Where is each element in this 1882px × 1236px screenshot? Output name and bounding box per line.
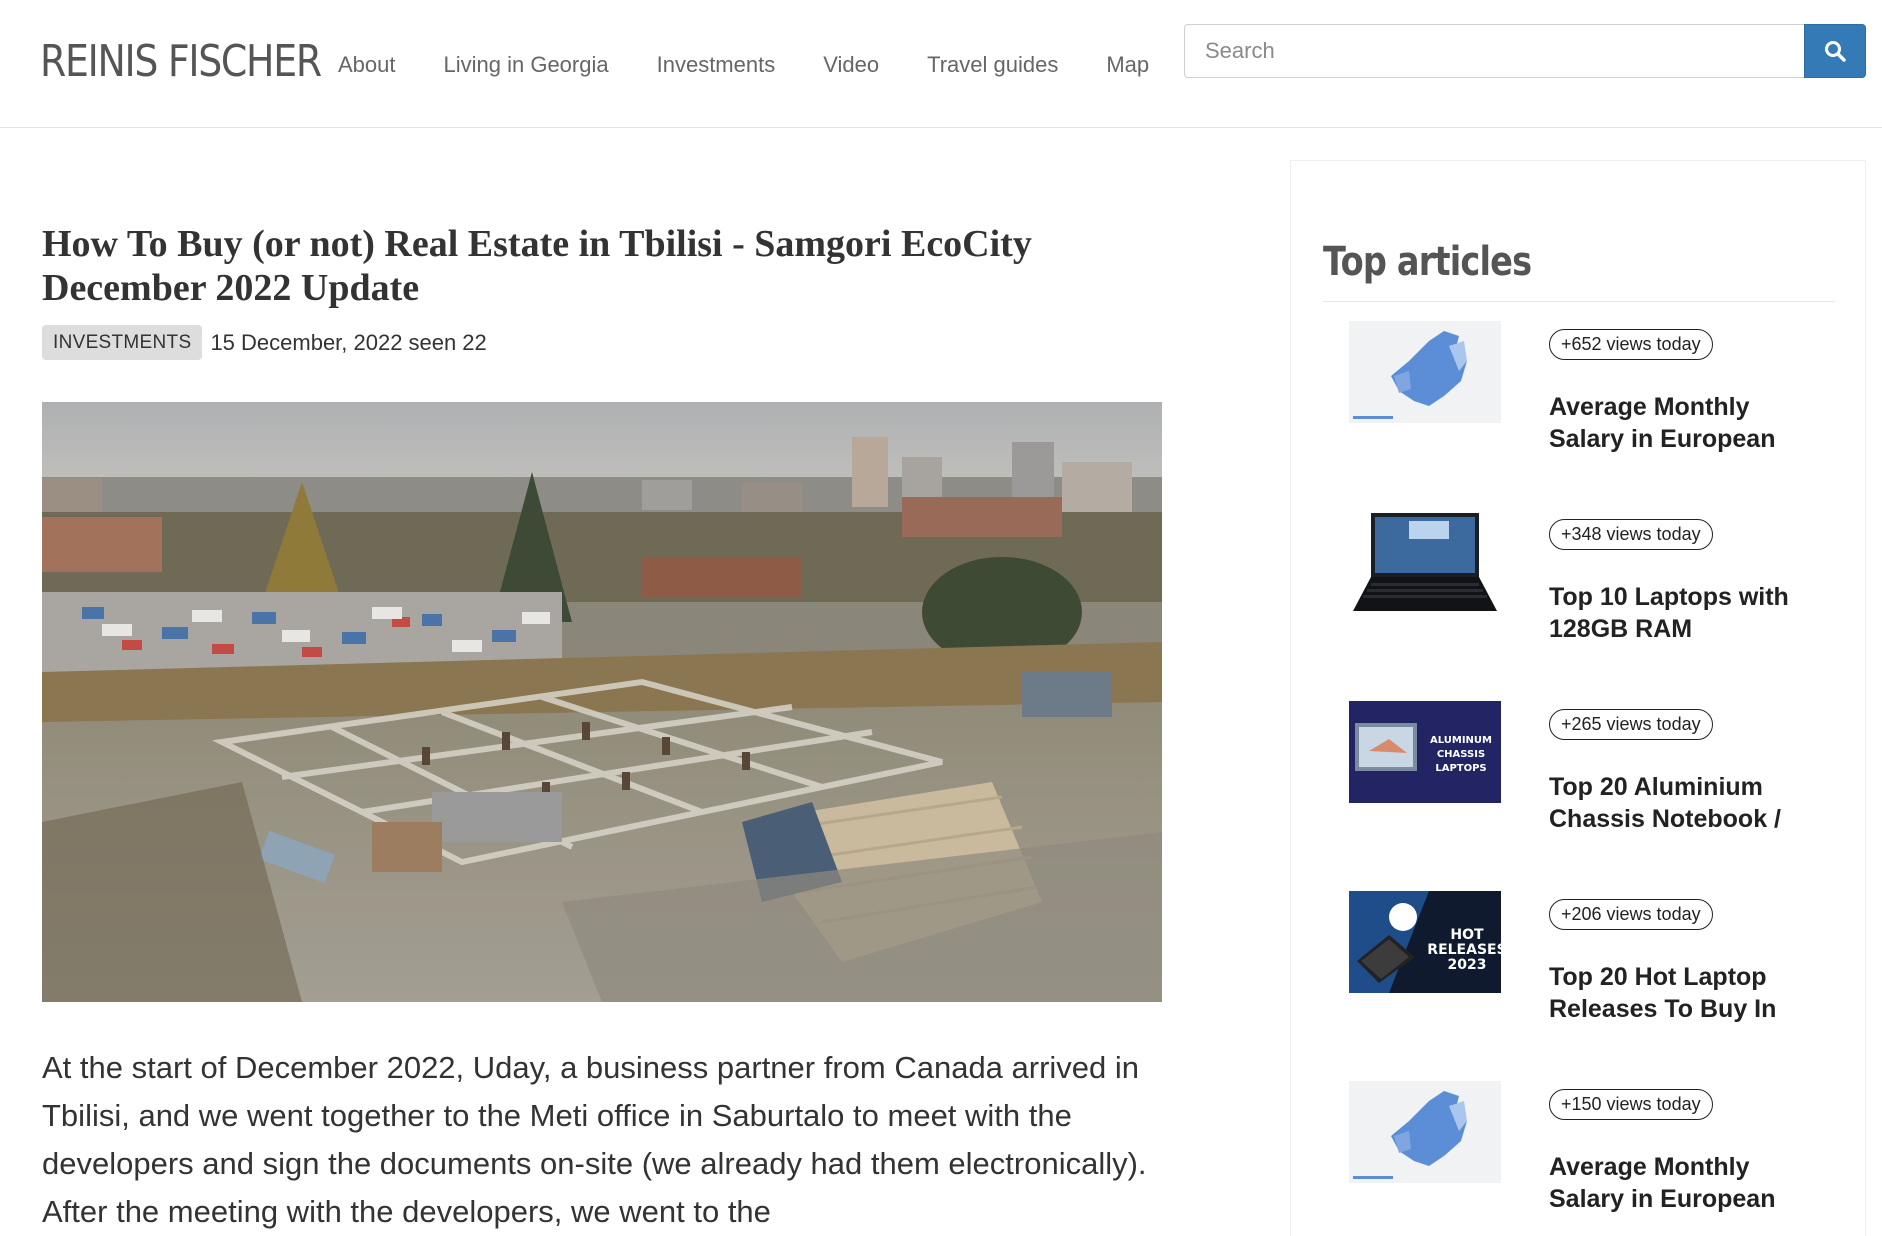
thumb-caption-line: ALUMINUM [1430,735,1492,746]
thumb-caption-line: 2023 [1448,957,1487,973]
top-article-title[interactable]: Top 20 Aluminium Chassis Notebook / [1549,771,1799,835]
top-article-title[interactable]: Average Monthly Salary in European [1549,391,1799,455]
article-date: 15 December, 2022 [210,329,403,355]
views-badge: +206 views today [1549,899,1713,930]
europe-map-thumbnail[interactable] [1349,1081,1501,1183]
views-badge: +652 views today [1549,329,1713,360]
category-badge[interactable]: INVESTMENTS [42,325,203,360]
hot-releases-thumbnail[interactable]: HOT RELEASES 2023 [1349,891,1501,993]
top-article-title[interactable]: Top 10 Laptops with 128GB RAM [1549,581,1799,645]
hero-image [42,402,1162,1002]
laptop-thumbnail[interactable] [1349,511,1501,613]
top-article-item[interactable]: HOT RELEASES 2023 +206 views today Top 2… [1349,891,1829,1041]
nav-about[interactable]: About [338,52,396,78]
thumb-caption-line: RELEASES [1427,942,1501,958]
article-seen-count: seen 22 [408,329,487,355]
top-article-title[interactable]: Top 20 Hot Laptop Releases To Buy In [1549,961,1799,1025]
sidebar: Top articles +652 views today Average Mo… [1290,160,1866,1236]
nav-video[interactable]: Video [823,52,879,78]
nav-travel-guides[interactable]: Travel guides [927,52,1058,78]
views-badge: +150 views today [1549,1089,1713,1120]
nav-investments[interactable]: Investments [657,52,776,78]
top-article-title[interactable]: Average Monthly Salary in European [1549,1151,1799,1215]
thumb-caption-line: HOT [1450,927,1484,943]
thumb-caption-line: CHASSIS [1437,749,1485,760]
nav-map[interactable]: Map [1106,52,1149,78]
site-logo[interactable]: REINIS FISCHER [40,36,322,87]
top-article-item[interactable]: +652 views today Average Monthly Salary … [1349,321,1829,471]
top-article-item[interactable]: ALUMINUM CHASSIS LAPTOPS +265 views toda… [1349,701,1829,851]
top-article-item[interactable]: +150 views today Average Monthly Salary … [1349,1081,1829,1231]
sidebar-title: Top articles [1323,239,1532,285]
views-badge: +265 views today [1549,709,1713,740]
search-button[interactable] [1804,24,1866,78]
top-article-item[interactable]: +348 views today Top 10 Laptops with 128… [1349,511,1829,661]
europe-map-thumbnail[interactable] [1349,321,1501,423]
main-nav: About Living in Georgia Investments Vide… [338,52,1197,78]
sidebar-divider [1323,301,1835,302]
search-icon [1825,41,1846,62]
search-form [1184,24,1866,78]
views-badge: +348 views today [1549,519,1713,550]
article-body: At the start of December 2022, Uday, a b… [42,1050,1147,1229]
nav-living-in-georgia[interactable]: Living in Georgia [444,52,609,78]
article-title: How To Buy (or not) Real Estate in Tbili… [42,223,1032,309]
article-meta-text: 15 December, 2022 seen 22 [210,330,486,356]
site-header: REINIS FISCHER About Living in Georgia I… [0,0,1882,128]
thumb-caption-line: LAPTOPS [1435,763,1486,774]
aluminum-laptops-thumbnail[interactable]: ALUMINUM CHASSIS LAPTOPS [1349,701,1501,803]
search-input[interactable] [1184,24,1804,78]
article-meta: INVESTMENTS 15 December, 2022 seen 22 [42,325,487,360]
